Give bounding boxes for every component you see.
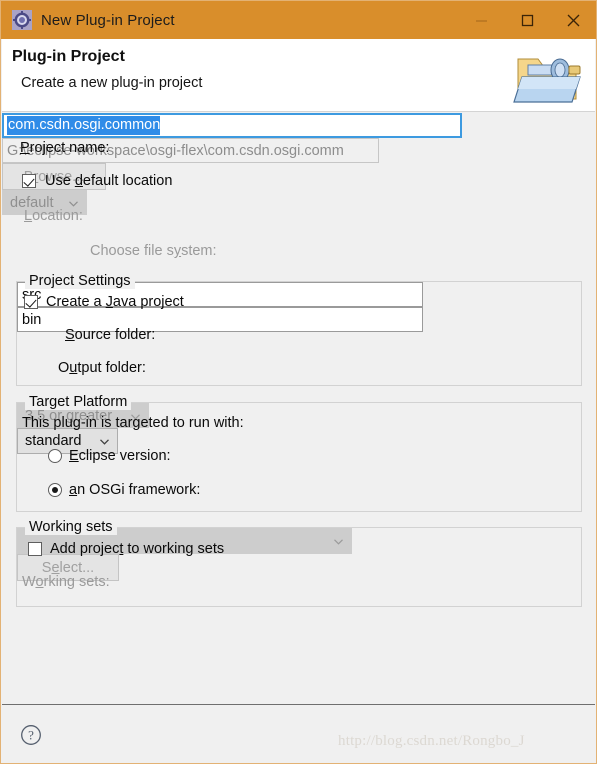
project-name-input[interactable]: com.csdn.osgi.common	[2, 113, 462, 138]
use-default-location-checkbox[interactable]	[22, 174, 36, 188]
create-java-project-row[interactable]: Create a Java project	[24, 294, 184, 310]
output-folder-label: Output folder:	[58, 360, 146, 376]
project-name-value: com.csdn.osgi.common	[7, 116, 161, 135]
eclipse-version-radio[interactable]	[48, 449, 62, 463]
location-label: Location:	[24, 208, 83, 224]
osgi-framework-label: an OSGi framework:	[69, 482, 201, 498]
working-sets-group-label: Working sets	[25, 519, 117, 535]
project-settings-group: Project Settings Create a Java project S…	[16, 273, 582, 386]
add-project-to-working-sets-label: Add project to working sets	[50, 541, 225, 557]
svg-text:?: ?	[28, 728, 34, 743]
target-platform-description-row: This plug-in is targeted to run with:	[22, 415, 244, 431]
project-name-label: Project name:	[20, 140, 110, 156]
project-name-row: Project name:	[20, 140, 109, 156]
target-platform-group-label: Target Platform	[25, 394, 132, 410]
watermark-text: http://blog.csdn.net/Rongbo_J	[338, 733, 525, 749]
source-folder-label-row: Source folder:	[65, 327, 155, 343]
working-sets-label-row: Working sets:	[22, 574, 110, 590]
create-java-project-checkbox[interactable]	[24, 295, 38, 309]
add-project-to-working-sets-checkbox[interactable]	[28, 542, 42, 556]
file-system-label: Choose file system:	[90, 243, 217, 259]
create-java-project-label: Create a Java project	[46, 294, 184, 310]
eclipse-version-label: Eclipse version:	[69, 448, 171, 464]
help-icon[interactable]: ?	[20, 724, 42, 746]
project-settings-group-label: Project Settings	[25, 273, 135, 289]
working-sets-label: Working sets:	[22, 574, 110, 590]
plugin-folder-icon	[513, 58, 581, 103]
page-subtitle: Create a new plug-in project	[21, 75, 203, 91]
window-title: New Plug-in Project	[41, 11, 175, 29]
dialog-body: Project name: com.csdn.osgi.common Use d…	[2, 113, 595, 704]
output-folder-label-row: Output folder:	[58, 360, 146, 376]
osgi-framework-radio[interactable]	[48, 483, 62, 497]
eclipse-version-radio-row[interactable]: Eclipse version:	[48, 448, 171, 464]
use-default-location-row[interactable]: Use default location	[22, 173, 172, 189]
new-plugin-project-dialog: New Plug-in Project Plug-in Project Crea…	[0, 0, 597, 764]
file-system-label-row: Choose file system:	[90, 243, 217, 259]
chevron-down-icon	[334, 533, 343, 549]
output-folder-value: bin	[22, 311, 42, 328]
chevron-down-icon	[100, 433, 109, 449]
working-sets-group: Working sets Add project to working sets…	[16, 519, 582, 607]
target-platform-description: This plug-in is targeted to run with:	[22, 415, 244, 431]
source-folder-label: Source folder:	[65, 327, 156, 343]
location-label-row: Location:	[24, 208, 83, 224]
osgi-framework-radio-row[interactable]: an OSGi framework:	[48, 482, 200, 498]
plugin-gear-icon	[12, 10, 32, 30]
page-title: Plug-in Project	[12, 48, 125, 65]
maximize-button[interactable]	[504, 1, 550, 39]
wizard-header: Plug-in Project Create a new plug-in pro…	[2, 39, 595, 112]
target-platform-group: Target Platform This plug-in is targeted…	[16, 394, 582, 512]
title-bar: New Plug-in Project	[1, 1, 596, 39]
minimize-button[interactable]	[458, 1, 504, 39]
osgi-framework-value: standard	[25, 433, 82, 449]
window-controls	[458, 1, 596, 39]
add-project-to-working-sets-row[interactable]: Add project to working sets	[28, 541, 224, 557]
close-button[interactable]	[550, 1, 596, 39]
use-default-location-label: Use default location	[45, 173, 173, 189]
